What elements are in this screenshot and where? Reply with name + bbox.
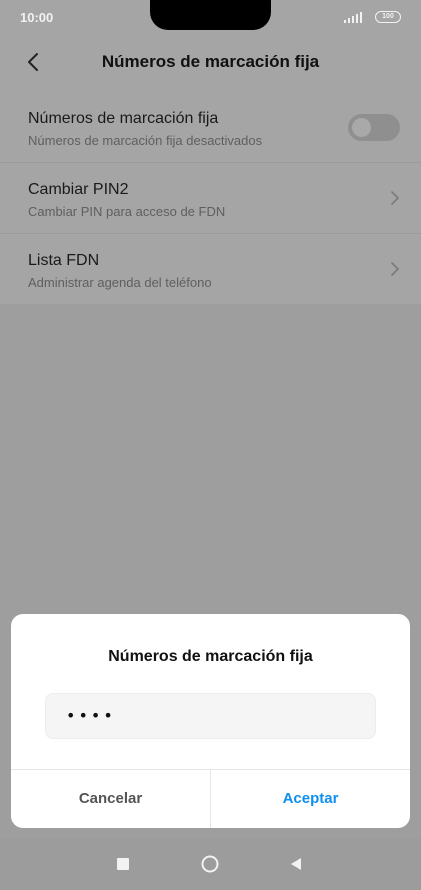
list-item-subtitle: Números de marcación fija desactivados <box>28 133 263 148</box>
accept-button[interactable]: Aceptar <box>211 770 410 828</box>
app-header: Números de marcación fija <box>0 36 421 92</box>
navigation-bar <box>0 838 421 890</box>
settings-list: Números de marcación fija Números de mar… <box>0 92 421 304</box>
back-triangle-icon[interactable] <box>290 857 302 871</box>
chevron-right-icon <box>391 191 399 205</box>
list-item-fdn-toggle[interactable]: Números de marcación fija Números de mar… <box>0 92 421 162</box>
list-item-subtitle: Administrar agenda del teléfono <box>28 275 212 290</box>
recent-apps-icon[interactable] <box>117 858 129 870</box>
dialog-title: Números de marcación fija <box>108 648 313 665</box>
home-icon[interactable] <box>201 855 219 873</box>
pin-input[interactable]: •••• <box>45 693 376 739</box>
screen: 10:00 100 Números de marcación fija Núme… <box>0 0 421 890</box>
toggle-knob <box>352 118 371 137</box>
page-title: Números de marcación fija <box>101 52 320 71</box>
status-time: 10:00 <box>20 10 54 25</box>
dialog-actions: Cancelar Aceptar <box>11 769 410 828</box>
list-item-title: Cambiar PIN2 <box>28 181 129 198</box>
list-item-subtitle: Cambiar PIN para acceso de FDN <box>28 204 226 219</box>
chevron-right-icon <box>391 262 399 276</box>
fdn-toggle-switch[interactable] <box>348 114 400 141</box>
list-item-title: Números de marcación fija <box>28 110 219 127</box>
list-item-title: Lista FDN <box>28 252 100 269</box>
battery-icon: 100 <box>375 11 401 23</box>
battery-level: 100 <box>382 13 394 20</box>
status-bar: 10:00 100 <box>0 0 421 36</box>
list-item-change-pin2[interactable]: Cambiar PIN2 Cambiar PIN para acceso de … <box>0 162 421 233</box>
signal-icon <box>344 12 362 23</box>
pin-dialog: Números de marcación fija •••• Cancelar … <box>11 614 410 828</box>
list-item-fdn-list[interactable]: Lista FDN Administrar agenda del teléfon… <box>0 233 421 304</box>
camera-notch <box>150 0 271 30</box>
cancel-button[interactable]: Cancelar <box>11 770 211 828</box>
